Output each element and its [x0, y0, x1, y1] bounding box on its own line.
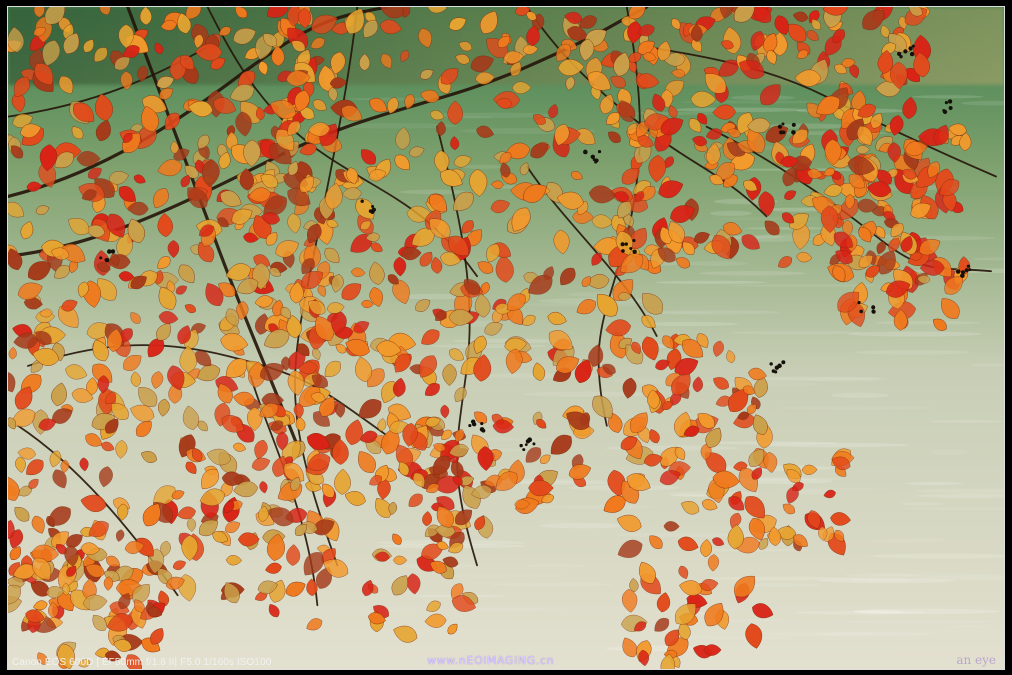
water-ripple — [517, 564, 591, 568]
berry — [371, 205, 375, 208]
berry — [527, 437, 533, 443]
berry — [908, 46, 913, 51]
berry — [632, 249, 637, 254]
berry — [621, 249, 625, 253]
berry — [481, 428, 486, 433]
berry — [620, 242, 625, 247]
berry — [524, 443, 528, 447]
water-ripple — [537, 297, 656, 304]
berry — [629, 246, 633, 250]
water-ripple — [650, 310, 780, 315]
berry — [871, 309, 876, 314]
water-ripple — [613, 377, 674, 384]
water-ripple — [795, 610, 926, 615]
berry — [960, 270, 966, 275]
berry — [597, 149, 602, 154]
water-ripple — [686, 261, 748, 267]
berry — [955, 269, 961, 274]
berry — [857, 300, 861, 305]
berry — [781, 122, 785, 126]
berry — [471, 422, 477, 427]
water-ripple — [699, 271, 807, 276]
water-ripple — [538, 522, 624, 529]
berry — [903, 49, 908, 54]
berry — [480, 421, 484, 426]
berry — [771, 369, 776, 373]
water-ripple — [491, 582, 613, 587]
camera-exif-caption: Canon EOS 600D | EF50mm f/1.8 II| F5.0 1… — [12, 657, 272, 668]
website-watermark: www.nEOiMAGING.cn — [427, 654, 555, 667]
berry — [368, 209, 373, 213]
berry — [966, 264, 970, 268]
berry — [964, 268, 969, 273]
berry — [105, 258, 109, 262]
berry — [791, 130, 796, 135]
water-ripple — [641, 321, 739, 327]
water-ripple — [440, 574, 566, 578]
water-ripple — [911, 95, 984, 99]
berry — [99, 256, 103, 260]
water-ripple — [528, 504, 655, 509]
berry — [781, 360, 786, 365]
berry — [769, 362, 773, 366]
water-ripple — [709, 210, 753, 216]
autumn-branches-over-lake — [8, 7, 1004, 669]
berry — [859, 309, 863, 314]
water-ripple — [900, 502, 944, 506]
berry — [360, 199, 364, 203]
water-ripple — [762, 442, 909, 448]
berry — [519, 443, 523, 448]
water-ripple — [947, 625, 990, 628]
water-ripple — [765, 631, 876, 637]
water-ripple — [839, 620, 994, 624]
water-ripple — [670, 107, 807, 113]
water-ripple — [847, 331, 982, 337]
water-ripple — [830, 392, 890, 398]
water-ripple — [807, 377, 889, 383]
berry — [107, 249, 112, 254]
author-signature: an eye — [956, 653, 996, 667]
berry — [911, 44, 915, 48]
berry — [779, 130, 784, 135]
berry — [372, 207, 376, 212]
water-ripple — [874, 320, 980, 325]
water-ripple — [855, 350, 970, 355]
berry — [948, 106, 953, 110]
photo-frame: Canon EOS 600D | EF50mm f/1.8 II| F5.0 1… — [0, 0, 1012, 675]
berry — [909, 51, 915, 57]
berry — [468, 423, 472, 428]
water-ripple — [871, 572, 998, 577]
water-ripple — [905, 481, 963, 486]
berry — [968, 268, 972, 272]
water-ripple — [929, 420, 1004, 423]
water-ripple — [871, 539, 913, 543]
berry — [871, 305, 876, 310]
berry — [624, 242, 628, 246]
berry — [532, 442, 536, 446]
berry — [791, 122, 796, 127]
berry — [632, 238, 636, 243]
water-ripple — [706, 576, 863, 581]
berry — [777, 124, 783, 129]
water-ripple — [744, 227, 834, 230]
berry — [947, 99, 953, 104]
water-ripple — [780, 405, 934, 410]
water-ripple — [536, 520, 574, 524]
water-ripple — [654, 280, 767, 284]
berry — [899, 54, 903, 59]
berry — [522, 448, 526, 452]
berry — [583, 149, 588, 155]
water-ripple — [730, 284, 876, 287]
berry — [944, 101, 949, 105]
berry — [777, 363, 782, 369]
berry — [590, 154, 596, 160]
water-ripple — [929, 449, 968, 456]
water-ripple — [731, 330, 864, 335]
autumn-leaves-photo — [7, 6, 1005, 670]
berry — [942, 108, 946, 112]
